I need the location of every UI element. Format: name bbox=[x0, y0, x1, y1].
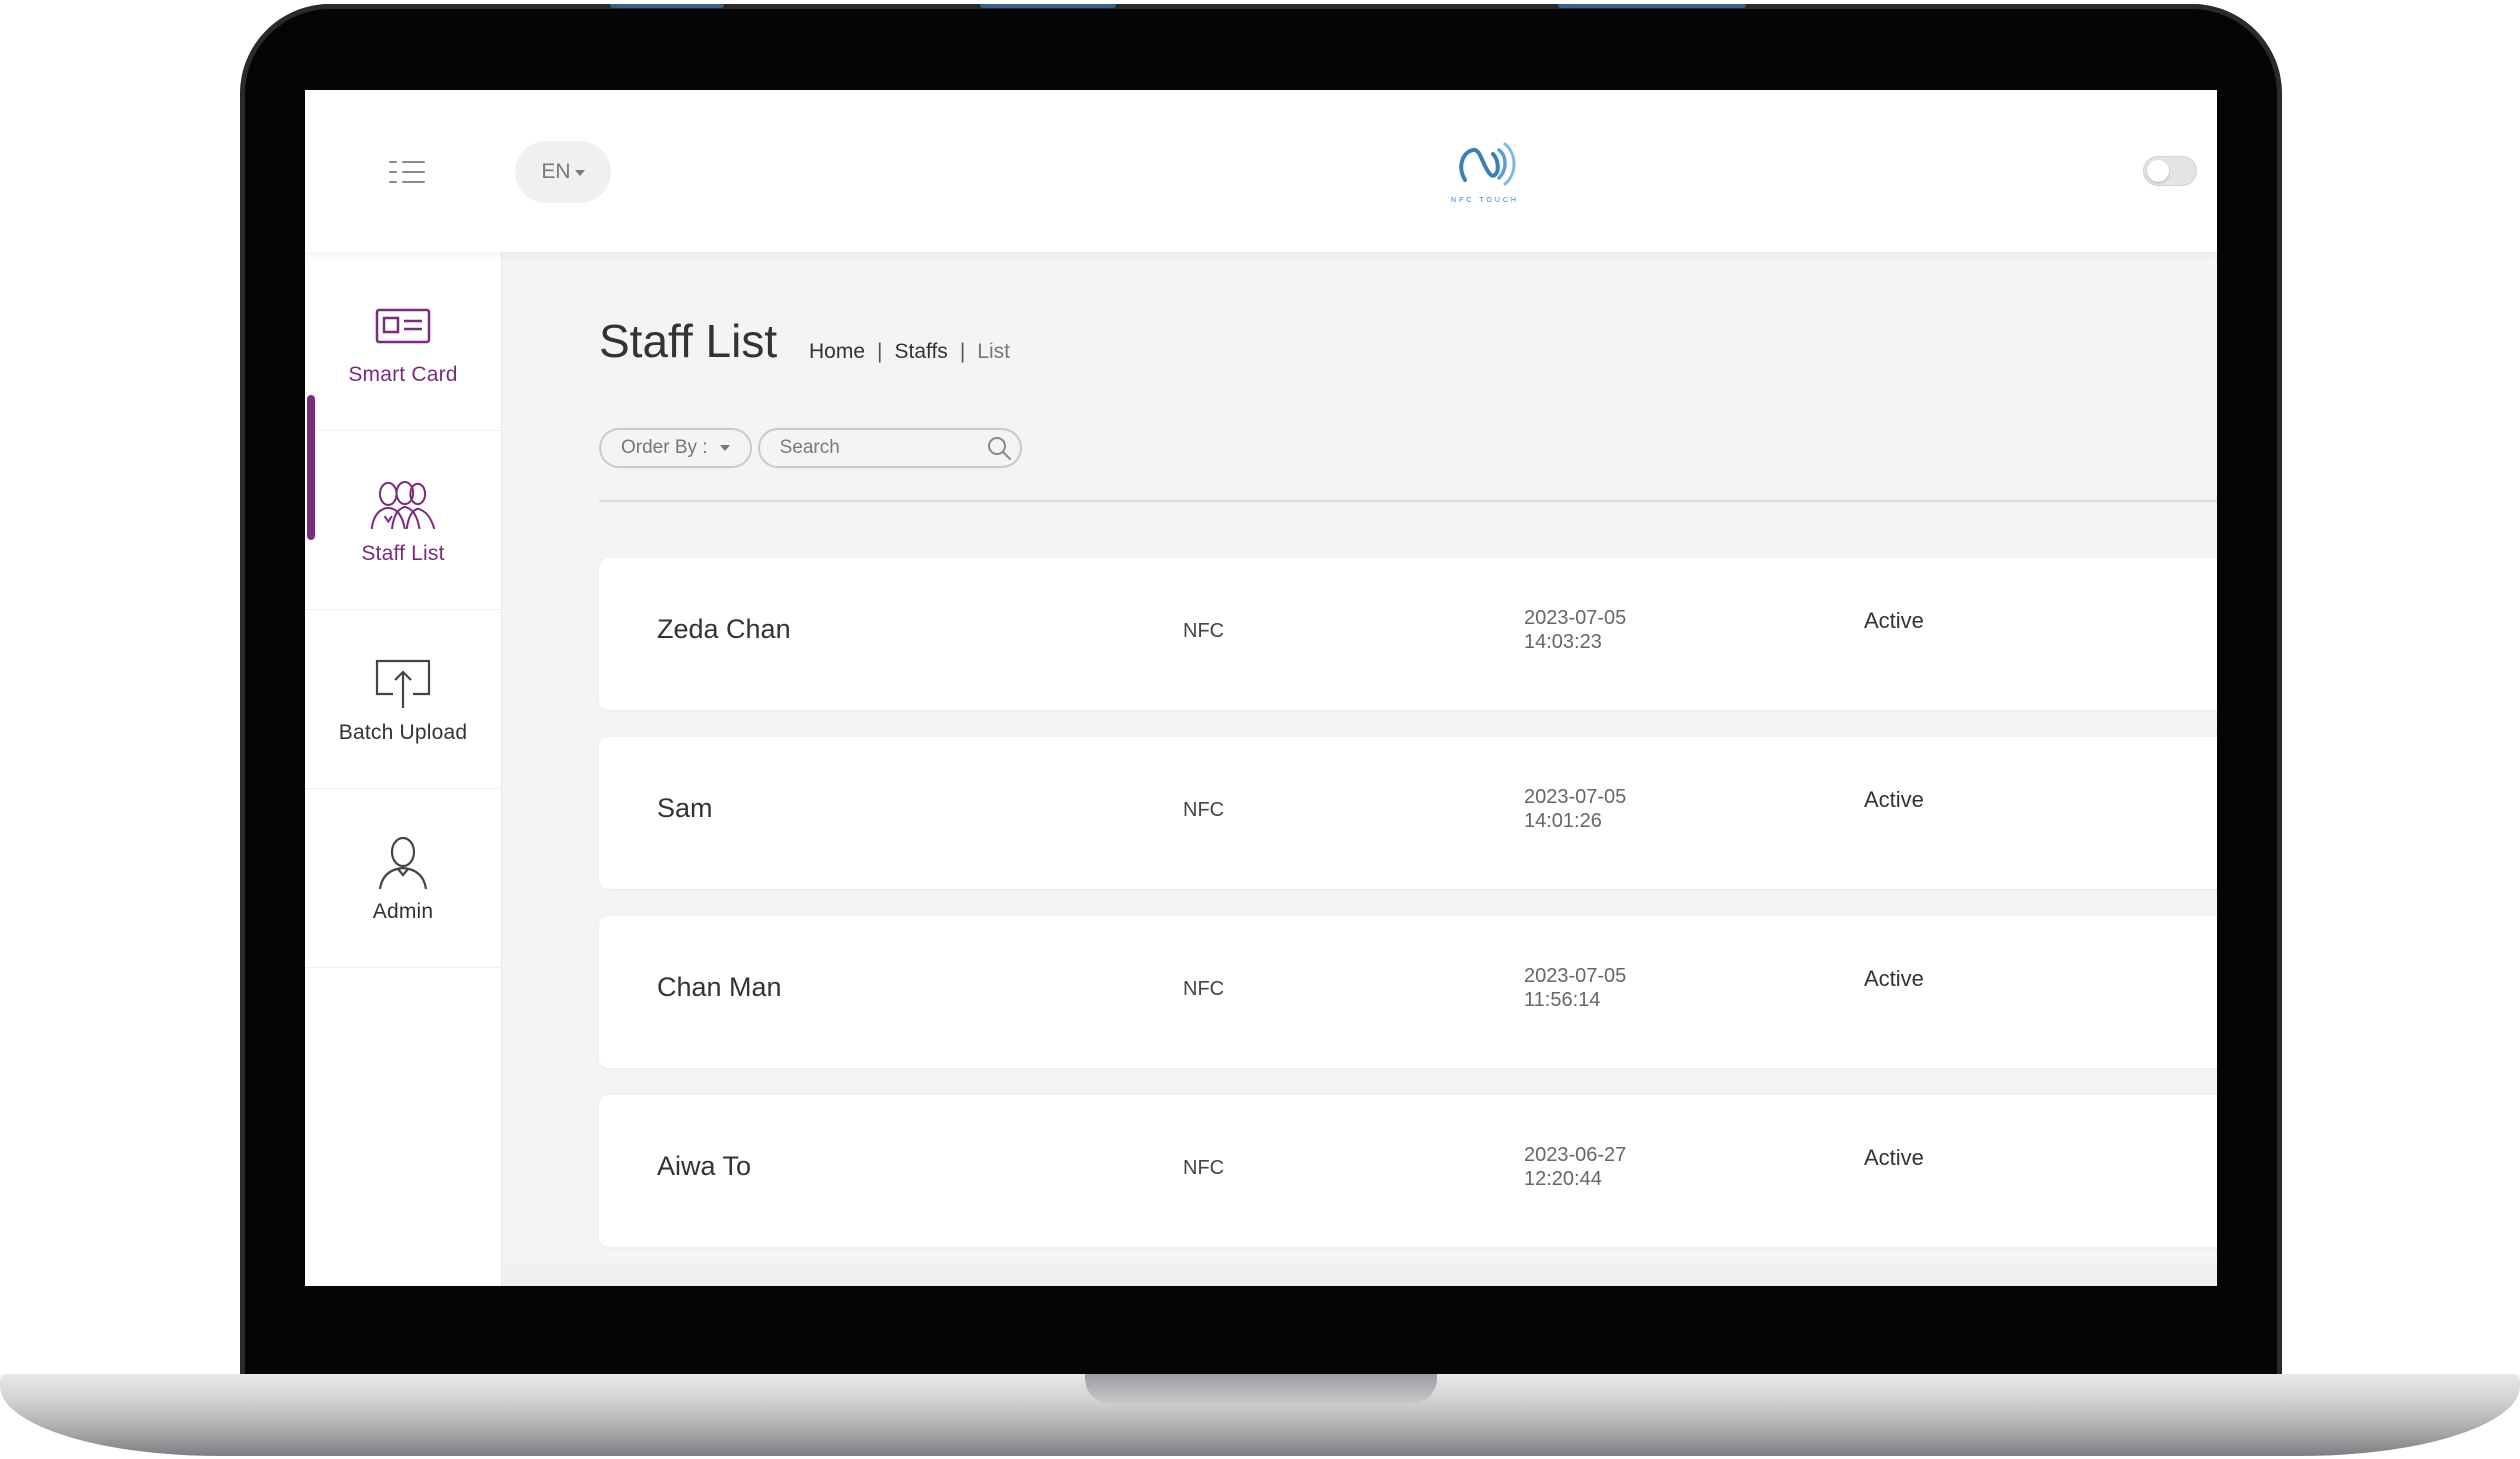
active-nav-indicator bbox=[307, 395, 315, 540]
staff-card-type: NFC bbox=[1183, 1157, 1225, 1179]
caret-down-icon bbox=[574, 169, 585, 176]
staff-row[interactable]: Aiwa To NFC 2023-06-27 12:20:44 Active bbox=[599, 1095, 2217, 1247]
filter-bar: Order By : bbox=[599, 428, 1022, 468]
staff-row[interactable]: Chan Man NFC 2023-07-05 11:56:14 Active bbox=[599, 916, 2217, 1068]
lid-reflection bbox=[610, 4, 724, 8]
staff-timestamp: 2023-07-05 14:01:26 bbox=[1524, 785, 1626, 833]
search-icon[interactable] bbox=[986, 435, 1012, 461]
upload-icon bbox=[368, 653, 438, 715]
laptop-frame: EN NFC TOUCH Smart Card Staff List Batch… bbox=[0, 0, 2520, 1459]
breadcrumb-separator: | bbox=[959, 340, 966, 363]
staff-status: Active bbox=[1864, 966, 1924, 991]
lid-reflection bbox=[980, 4, 1116, 8]
staff-name: Sam bbox=[657, 793, 713, 823]
staff-time: 12:20:44 bbox=[1524, 1168, 1602, 1190]
toggle-knob bbox=[2147, 160, 2169, 182]
staff-name: Aiwa To bbox=[657, 1151, 752, 1181]
language-value: EN bbox=[541, 160, 571, 183]
breadcrumb-home-link[interactable]: Home bbox=[809, 340, 865, 364]
svg-text:NFC TOUCH: NFC TOUCH bbox=[1451, 197, 1519, 204]
staff-row[interactable]: Sam NFC 2023-07-05 14:01:26 Active bbox=[599, 737, 2217, 889]
staff-date: 2023-06-27 bbox=[1524, 1144, 1627, 1166]
sidebar-item-label: Admin bbox=[372, 900, 434, 923]
sidebar-item-admin[interactable]: Admin bbox=[305, 789, 501, 968]
breadcrumb-staffs-link[interactable]: Staffs bbox=[895, 340, 948, 364]
search-input[interactable] bbox=[777, 436, 986, 460]
top-bar: EN NFC TOUCH bbox=[305, 90, 2217, 252]
sidebar-item-label: Staff List bbox=[361, 542, 445, 565]
page-title: Staff List bbox=[599, 315, 778, 367]
staff-card-type: NFC bbox=[1183, 620, 1225, 642]
user-icon bbox=[368, 832, 438, 894]
list-menu-icon bbox=[389, 161, 425, 183]
staff-name: Chan Man bbox=[657, 972, 782, 1002]
sidebar-item-label: Batch Upload bbox=[338, 721, 468, 744]
staff-status: Active bbox=[1864, 608, 1924, 633]
nfc-touch-logo: NFC TOUCH bbox=[1435, 136, 1535, 208]
staff-time: 14:03:23 bbox=[1524, 631, 1602, 653]
caret-down-icon bbox=[719, 445, 730, 451]
sidebar-item-staff-list[interactable]: Staff List bbox=[305, 431, 501, 610]
staff-time: 14:01:26 bbox=[1524, 810, 1602, 832]
sidebar-item-smart-card[interactable]: Smart Card bbox=[305, 252, 501, 431]
breadcrumb-current: List bbox=[977, 340, 1010, 363]
app-screen: EN NFC TOUCH Smart Card Staff List Batch… bbox=[305, 90, 2217, 1286]
order-by-dropdown[interactable]: Order By : bbox=[599, 428, 752, 468]
staff-group-icon bbox=[368, 474, 438, 536]
screen-bottom-edge bbox=[305, 1264, 2217, 1286]
breadcrumb: Home | Staffs | List bbox=[809, 340, 1010, 364]
menu-toggle-button[interactable] bbox=[385, 150, 429, 194]
staff-timestamp: 2023-07-05 14:03:23 bbox=[1524, 606, 1626, 654]
divider bbox=[599, 500, 2217, 502]
lid-reflection bbox=[1558, 4, 1746, 8]
main-content: Staff List Home | Staffs | List Order By… bbox=[501, 252, 2217, 1286]
staff-timestamp: 2023-06-27 12:20:44 bbox=[1524, 1143, 1626, 1191]
id-card-icon bbox=[368, 295, 438, 357]
staff-date: 2023-07-05 bbox=[1524, 786, 1627, 808]
staff-status: Active bbox=[1864, 1145, 1924, 1170]
staff-name: Zeda Chan bbox=[657, 614, 791, 644]
laptop-notch bbox=[1085, 1374, 1437, 1404]
staff-date: 2023-07-05 bbox=[1524, 965, 1627, 987]
sidebar-item-label: Smart Card bbox=[348, 363, 458, 386]
breadcrumb-separator: | bbox=[877, 340, 883, 363]
order-by-label: Order By : bbox=[621, 437, 708, 458]
staff-card-type: NFC bbox=[1183, 799, 1225, 821]
staff-date: 2023-07-05 bbox=[1524, 607, 1627, 629]
language-select[interactable]: EN bbox=[515, 141, 611, 203]
search-box bbox=[757, 428, 1022, 468]
sidebar-item-batch-upload[interactable]: Batch Upload bbox=[305, 610, 501, 789]
staff-time: 11:56:14 bbox=[1524, 989, 1601, 1011]
staff-card-type: NFC bbox=[1183, 978, 1225, 1000]
staff-status: Active bbox=[1864, 787, 1924, 812]
sidebar: Smart Card Staff List Batch Upload Admin bbox=[305, 252, 502, 1286]
staff-row[interactable]: Zeda Chan NFC 2023-07-05 14:03:23 Active bbox=[599, 558, 2217, 710]
staff-timestamp: 2023-07-05 11:56:14 bbox=[1524, 964, 1626, 1012]
theme-toggle-switch[interactable] bbox=[2143, 156, 2197, 186]
